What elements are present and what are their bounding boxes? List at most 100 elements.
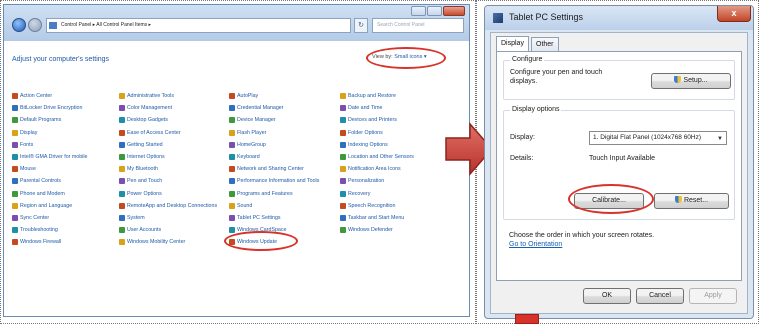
control-panel-item-icon xyxy=(229,153,235,160)
control-panel-item[interactable]: HomeGroup xyxy=(229,139,319,151)
control-panel-item[interactable]: Default Programs xyxy=(12,114,87,126)
control-panel-item[interactable]: Ease of Access Center xyxy=(119,127,217,139)
control-panel-item-label: AutoPlay xyxy=(237,93,259,99)
tablet-pc-settings-dialog: Tablet PC Settings x Display Other Confi… xyxy=(484,5,754,319)
control-panel-item[interactable]: Folder Options xyxy=(340,127,414,139)
control-panel-item[interactable]: Getting Started xyxy=(119,139,217,151)
control-panel-item-icon xyxy=(340,153,346,160)
control-panel-item[interactable]: Administrative Tools xyxy=(119,90,217,102)
tab-display[interactable]: Display xyxy=(496,36,529,51)
control-panel-item[interactable]: Credential Manager xyxy=(229,102,319,114)
maximize-button[interactable] xyxy=(427,6,442,16)
control-panel-item[interactable]: Windows Mobility Center xyxy=(119,236,217,248)
control-panel-item[interactable]: Keyboard xyxy=(229,151,319,163)
control-panel-item[interactable]: Sound xyxy=(229,200,319,212)
control-panel-item[interactable]: RemoteApp and Desktop Connections xyxy=(119,200,217,212)
close-button[interactable] xyxy=(443,6,465,16)
tab-other[interactable]: Other xyxy=(531,37,559,51)
control-panel-item-label: Location and Other Sensors xyxy=(348,153,414,160)
control-panel-item[interactable]: System xyxy=(119,212,217,224)
control-panel-item-label: Device Manager xyxy=(237,117,276,124)
control-panel-item[interactable]: Device Manager xyxy=(229,114,319,126)
back-button[interactable] xyxy=(12,18,26,32)
control-panel-item[interactable]: Power Options xyxy=(119,188,217,200)
items-column-1: Action Center BitLocker Drive Encryption D… xyxy=(12,90,87,248)
apply-button[interactable]: Apply xyxy=(689,288,737,304)
control-panel-item-label: Intel® GMA Driver for mobile xyxy=(20,153,88,160)
display-tab-panel: Configure Configure your pen and touch d… xyxy=(496,51,742,281)
control-panel-item[interactable]: Windows Defender xyxy=(340,224,414,236)
address-bar[interactable]: Control Panel ▸ All Control Panel Items … xyxy=(46,18,351,33)
control-panel-item-icon xyxy=(12,202,18,209)
control-panel-item[interactable]: Taskbar and Start Menu xyxy=(340,212,414,224)
control-panel-item-icon xyxy=(340,202,346,209)
control-panel-item-icon xyxy=(12,166,18,173)
control-panel-item-icon xyxy=(340,117,346,124)
configure-group-title: Configure xyxy=(510,56,545,63)
details-label: Details: xyxy=(510,155,534,162)
control-panel-item[interactable]: Desktop Gadgets xyxy=(119,114,217,126)
view-by-highlight xyxy=(366,47,446,69)
control-panel-item[interactable]: Phone and Modem xyxy=(12,188,87,200)
ok-button[interactable]: OK xyxy=(583,288,631,304)
go-to-orientation-link[interactable]: Go to Orientation xyxy=(509,241,562,248)
configure-text-line-1: Configure your pen and touch xyxy=(510,69,603,76)
control-panel-item-icon xyxy=(119,227,125,234)
control-panel-item[interactable]: AutoPlay xyxy=(229,90,319,102)
control-panel-item[interactable]: Fonts xyxy=(12,139,87,151)
control-panel-item-icon xyxy=(340,227,346,234)
control-panel-item-icon xyxy=(12,239,18,246)
tablet-pc-settings-highlight xyxy=(224,231,298,251)
refresh-button[interactable]: ↻ xyxy=(354,18,368,33)
control-panel-item-label: Indexing Options xyxy=(348,141,388,148)
control-panel-item-icon xyxy=(12,117,18,124)
control-panel-item[interactable]: Sync Center xyxy=(12,212,87,224)
control-panel-item[interactable]: Programs and Features xyxy=(229,188,319,200)
control-panel-item[interactable]: Personalization xyxy=(340,175,414,187)
control-panel-item[interactable]: Tablet PC Settings xyxy=(229,212,319,224)
reset-button[interactable]: Reset... xyxy=(654,193,729,209)
minimize-button[interactable] xyxy=(411,6,426,16)
control-panel-item[interactable]: Location and Other Sensors xyxy=(340,151,414,163)
control-panel-item[interactable]: Performance Information and Tools xyxy=(229,175,319,187)
control-panel-item-label: Windows Mobility Center xyxy=(127,239,186,246)
control-panel-item[interactable]: User Accounts xyxy=(119,224,217,236)
setup-button-label: Setup... xyxy=(683,77,708,84)
control-panel-item[interactable]: Flash Player xyxy=(229,127,319,139)
control-panel-item[interactable]: Region and Language xyxy=(12,200,87,212)
display-select[interactable]: 1. Digital Flat Panel (1024x768 60Hz) ▼ xyxy=(589,131,727,145)
control-panel-icon xyxy=(49,22,57,29)
control-panel-item[interactable]: Speech Recognition xyxy=(340,200,414,212)
control-panel-item[interactable]: Windows Firewall xyxy=(12,236,87,248)
control-panel-item[interactable]: Intel® GMA Driver for mobile xyxy=(12,151,87,163)
control-panel-item[interactable]: My Bluetooth xyxy=(119,163,217,175)
control-panel-item[interactable]: Date and Time xyxy=(340,102,414,114)
control-panel-item[interactable]: Network and Sharing Center xyxy=(229,163,319,175)
control-panel-item[interactable]: Display xyxy=(12,127,87,139)
control-panel-item-icon xyxy=(229,93,235,99)
control-panel-item[interactable]: Backup and Restore xyxy=(340,90,414,102)
control-panel-item[interactable]: Parental Controls xyxy=(12,175,87,187)
control-panel-item[interactable]: Indexing Options xyxy=(340,139,414,151)
control-panel-item-label: Ease of Access Center xyxy=(127,129,181,136)
control-panel-item[interactable]: Internet Options xyxy=(119,151,217,163)
control-panel-item-label: BitLocker Drive Encryption xyxy=(20,105,83,112)
search-input[interactable]: Search Control Panel xyxy=(372,18,464,33)
control-panel-item[interactable]: Pen and Touch xyxy=(119,175,217,187)
control-panel-item[interactable]: BitLocker Drive Encryption xyxy=(12,102,87,114)
control-panel-item-icon xyxy=(12,105,18,112)
control-panel-item-icon xyxy=(119,239,125,246)
control-panel-item[interactable]: Notification Area Icons xyxy=(340,163,414,175)
configure-group: Configure Configure your pen and touch d… xyxy=(503,56,735,100)
control-panel-item[interactable]: Action Center xyxy=(12,90,87,102)
control-panel-item[interactable]: Devices and Printers xyxy=(340,114,414,126)
setup-button[interactable]: Setup... xyxy=(651,73,731,89)
control-panel-item[interactable]: Color Management xyxy=(119,102,217,114)
forward-button[interactable] xyxy=(28,18,42,32)
control-panel-item[interactable]: Recovery xyxy=(340,188,414,200)
dialog-close-button[interactable]: x xyxy=(717,6,751,22)
address-text: Control Panel ▸ All Control Panel Items … xyxy=(61,22,152,28)
control-panel-item[interactable]: Mouse xyxy=(12,163,87,175)
cancel-button[interactable]: Cancel xyxy=(636,288,684,304)
control-panel-item[interactable]: Troubleshooting xyxy=(12,224,87,236)
